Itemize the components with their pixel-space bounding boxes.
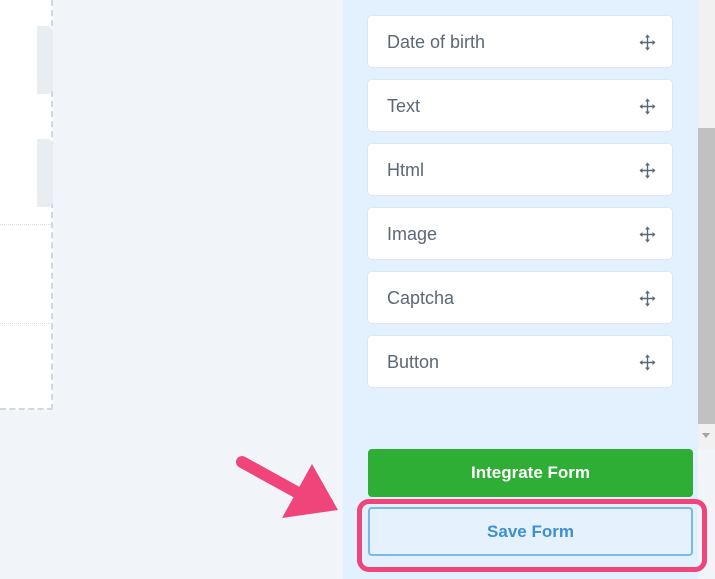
form-preview-divider [0, 224, 51, 225]
field-item-label: Html [387, 160, 424, 180]
field-item-button[interactable]: Button [368, 336, 672, 387]
form-preview-field[interactable] [37, 139, 53, 207]
integrate-form-button[interactable]: Integrate Form [368, 449, 693, 497]
move-icon[interactable] [639, 34, 656, 51]
field-item-html[interactable]: Html [368, 144, 672, 195]
field-item-captcha[interactable]: Captcha [368, 272, 672, 323]
move-icon[interactable] [639, 290, 656, 307]
move-icon[interactable] [639, 226, 656, 243]
field-item-label: Captcha [387, 288, 455, 308]
panel-scrollbar[interactable] [698, 0, 715, 449]
form-canvas [0, 0, 343, 579]
form-preview-divider [0, 323, 51, 324]
field-item-label: Date of birth [387, 32, 486, 52]
move-icon[interactable] [639, 98, 656, 115]
fields-panel: Date of birth Text Html Image Captcha Bu… [343, 0, 698, 579]
move-icon[interactable] [639, 354, 656, 371]
field-item-label: Button [387, 352, 440, 372]
scrollbar-thumb[interactable] [698, 128, 715, 424]
field-item-image[interactable]: Image [368, 208, 672, 259]
field-item-text[interactable]: Text [368, 80, 672, 131]
scroll-down-arrow-icon[interactable] [702, 433, 710, 438]
save-form-button[interactable]: Save Form [368, 507, 693, 556]
field-item-label: Image [387, 224, 438, 244]
field-item-label: Text [387, 96, 421, 116]
move-icon[interactable] [639, 162, 656, 179]
form-preview [0, 0, 53, 410]
field-item-date-of-birth[interactable]: Date of birth [368, 16, 672, 67]
form-preview-field[interactable] [37, 26, 53, 94]
